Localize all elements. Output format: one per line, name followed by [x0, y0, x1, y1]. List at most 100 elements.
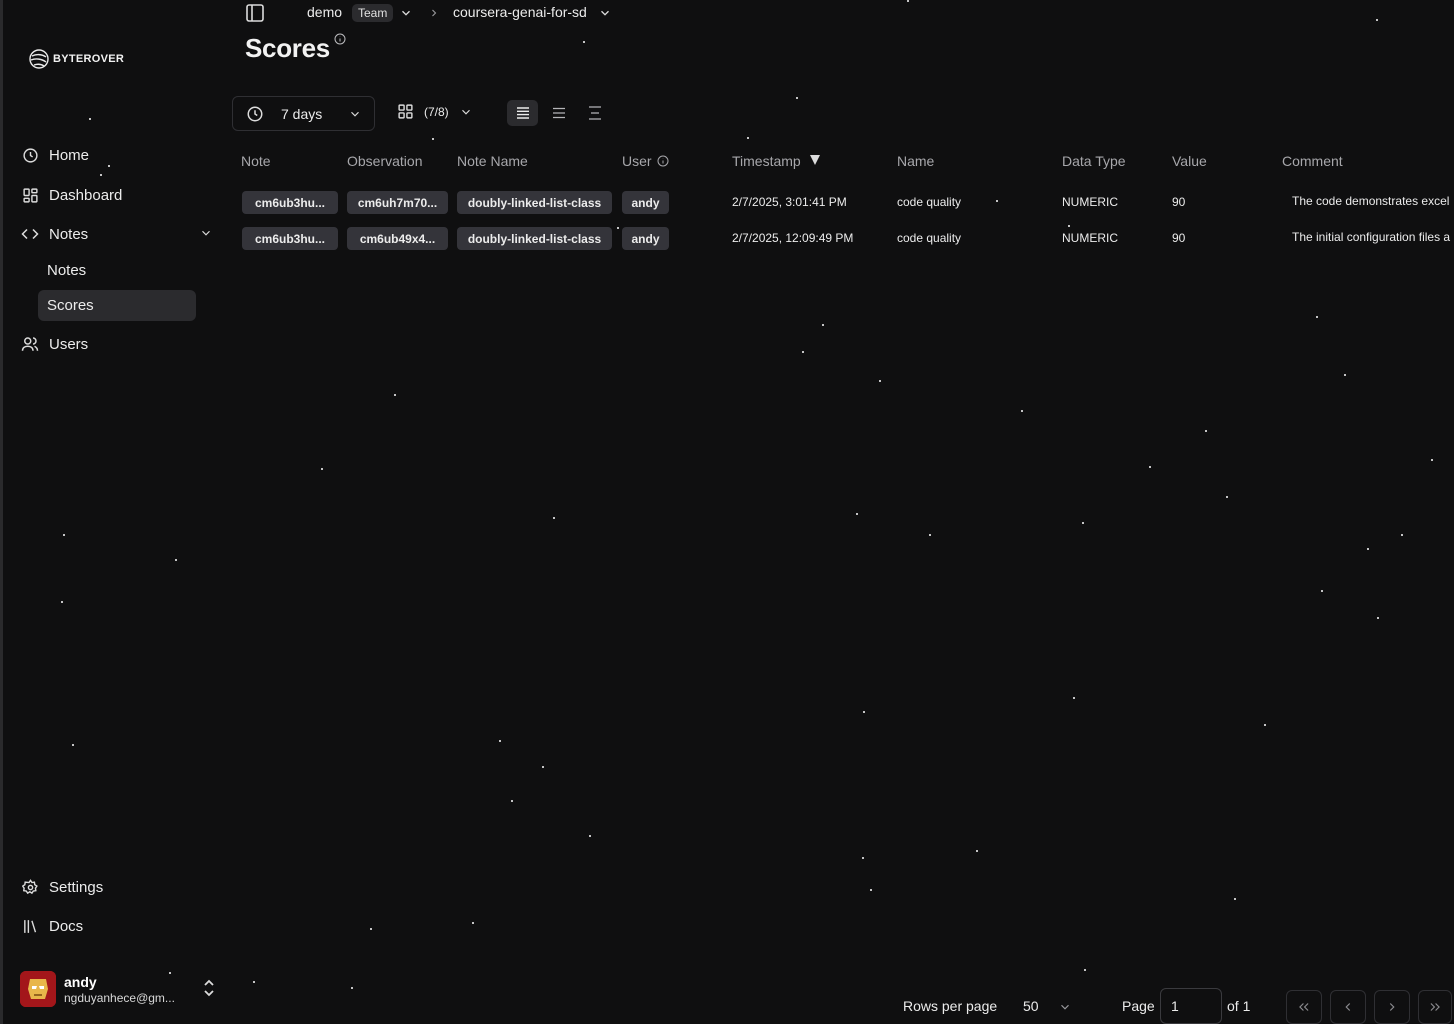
chevrons-up-down-icon[interactable]: [202, 979, 216, 997]
background-dot: [472, 922, 474, 924]
user-pill[interactable]: andy: [622, 227, 669, 250]
chevron-down-icon[interactable]: [1058, 1000, 1072, 1014]
density-comfortable-button[interactable]: [579, 100, 610, 126]
background-dot: [996, 200, 998, 202]
clock-icon: [247, 106, 263, 121]
background-dot: [72, 744, 74, 746]
background-dot: [553, 517, 555, 519]
timestamp-cell: 2/7/2025, 12:09:49 PM: [732, 231, 854, 245]
breadcrumb-org[interactable]: demo: [307, 4, 342, 20]
sidebar-item-home[interactable]: Home: [19, 140, 213, 170]
columns-icon: [398, 104, 413, 119]
info-icon[interactable]: [657, 155, 669, 167]
background-dot: [1264, 724, 1266, 726]
clock-icon: [21, 146, 39, 164]
sidebar-item-users[interactable]: Users: [19, 329, 213, 359]
comment-cell: The initial configuration files a: [1292, 230, 1451, 244]
page-title: Scores: [245, 33, 330, 63]
background-dot: [976, 850, 978, 852]
sidebar-toggle-icon[interactable]: [245, 3, 265, 23]
rows-per-page-select[interactable]: 50: [1023, 998, 1039, 1014]
background-dot: [1377, 617, 1379, 619]
background-dot: [1226, 496, 1228, 498]
info-icon[interactable]: [334, 33, 346, 45]
density-compact-button[interactable]: [507, 100, 538, 126]
chevron-down-icon[interactable]: [598, 6, 612, 20]
column-header-value[interactable]: Value: [1172, 153, 1207, 169]
sidebar-item-label: Home: [49, 146, 90, 164]
next-page-button[interactable]: [1374, 990, 1410, 1024]
sidebar-item-label: Users: [49, 335, 89, 353]
last-page-button[interactable]: [1418, 990, 1452, 1024]
sidebar-subitem-notes[interactable]: Notes: [38, 255, 196, 286]
note-name-pill[interactable]: doubly-linked-list-class: [457, 227, 612, 250]
note-id-pill[interactable]: cm6ub3hu...: [242, 191, 338, 214]
page-label: Page: [1122, 998, 1155, 1014]
background-dot: [89, 118, 91, 120]
note-name-pill[interactable]: doubly-linked-list-class: [457, 191, 612, 214]
background-dot: [1021, 410, 1023, 412]
background-dot: [321, 468, 323, 470]
brand-logo[interactable]: BYTEROVER: [27, 47, 124, 71]
background-dot: [802, 351, 804, 353]
sidebar-item-docs[interactable]: Docs: [19, 911, 213, 941]
breadcrumb-project[interactable]: coursera-genai-for-sd: [453, 4, 587, 20]
background-dot: [589, 835, 591, 837]
column-header-name[interactable]: Name: [897, 153, 934, 169]
sidebar-item-settings[interactable]: Settings: [19, 872, 213, 902]
background-dot: [1321, 590, 1323, 592]
chevron-down-icon[interactable]: [399, 6, 413, 20]
time-range-select[interactable]: 7 days: [232, 96, 375, 131]
value-cell: 90: [1172, 231, 1186, 245]
background-dot: [253, 981, 255, 983]
column-header-data-type[interactable]: Data Type: [1062, 153, 1126, 169]
chevrons-right-icon: [1430, 1003, 1440, 1011]
previous-page-button[interactable]: [1330, 990, 1366, 1024]
background-dot: [1149, 466, 1151, 468]
column-header-user[interactable]: User: [622, 153, 652, 169]
page-number-input[interactable]: [1160, 988, 1222, 1024]
time-range-value: 7 days: [281, 105, 323, 122]
background-dot: [1316, 316, 1318, 318]
background-dot: [1068, 225, 1070, 227]
background-dot: [862, 857, 864, 859]
background-dot: [1376, 19, 1378, 21]
user-name: andy: [64, 973, 97, 990]
library-icon: [21, 917, 39, 935]
chevron-down-icon[interactable]: [199, 226, 213, 240]
density-default-button[interactable]: [543, 100, 574, 126]
background-dot: [511, 800, 513, 802]
background-dot: [61, 601, 63, 603]
column-header-note-name[interactable]: Note Name: [457, 153, 528, 169]
background-dot: [617, 227, 619, 229]
user-email: ngduyanhece@gm...: [64, 990, 175, 1005]
column-header-comment[interactable]: Comment: [1282, 153, 1343, 169]
column-header-observation[interactable]: Observation: [347, 153, 422, 169]
column-header-timestamp[interactable]: Timestamp: [732, 153, 801, 169]
column-visibility-select[interactable]: (7/8): [397, 103, 473, 120]
sidebar-item-label: Notes: [49, 225, 89, 243]
observation-id-pill[interactable]: cm6uh7m70...: [347, 191, 448, 214]
user-menu[interactable]: andy ngduyanhece@gm...: [20, 970, 220, 1008]
chevron-down-icon: [461, 109, 470, 115]
column-header-note[interactable]: Note: [241, 153, 271, 169]
value-cell: 90: [1172, 195, 1186, 209]
sort-desc-icon[interactable]: [809, 154, 821, 166]
observation-id-pill[interactable]: cm6ub49x4...: [347, 227, 448, 250]
sidebar-subitem-label: Notes: [47, 262, 87, 279]
sidebar-subitem-scores[interactable]: Scores: [38, 290, 196, 321]
background-dot: [879, 380, 881, 382]
chevron-right-icon: [1389, 1003, 1395, 1011]
background-dot: [351, 987, 353, 989]
user-pill[interactable]: andy: [622, 191, 669, 214]
background-dot: [499, 740, 501, 742]
note-id-pill[interactable]: cm6ub3hu...: [242, 227, 338, 250]
first-page-button[interactable]: [1286, 990, 1322, 1024]
background-dot: [1073, 697, 1075, 699]
sidebar-item-dashboard[interactable]: Dashboard: [19, 180, 213, 210]
background-dot: [583, 41, 585, 43]
background-dot: [822, 324, 824, 326]
sidebar-item-notes[interactable]: Notes: [19, 219, 213, 249]
column-count: (7/8): [424, 104, 449, 119]
background-dot: [870, 889, 872, 891]
